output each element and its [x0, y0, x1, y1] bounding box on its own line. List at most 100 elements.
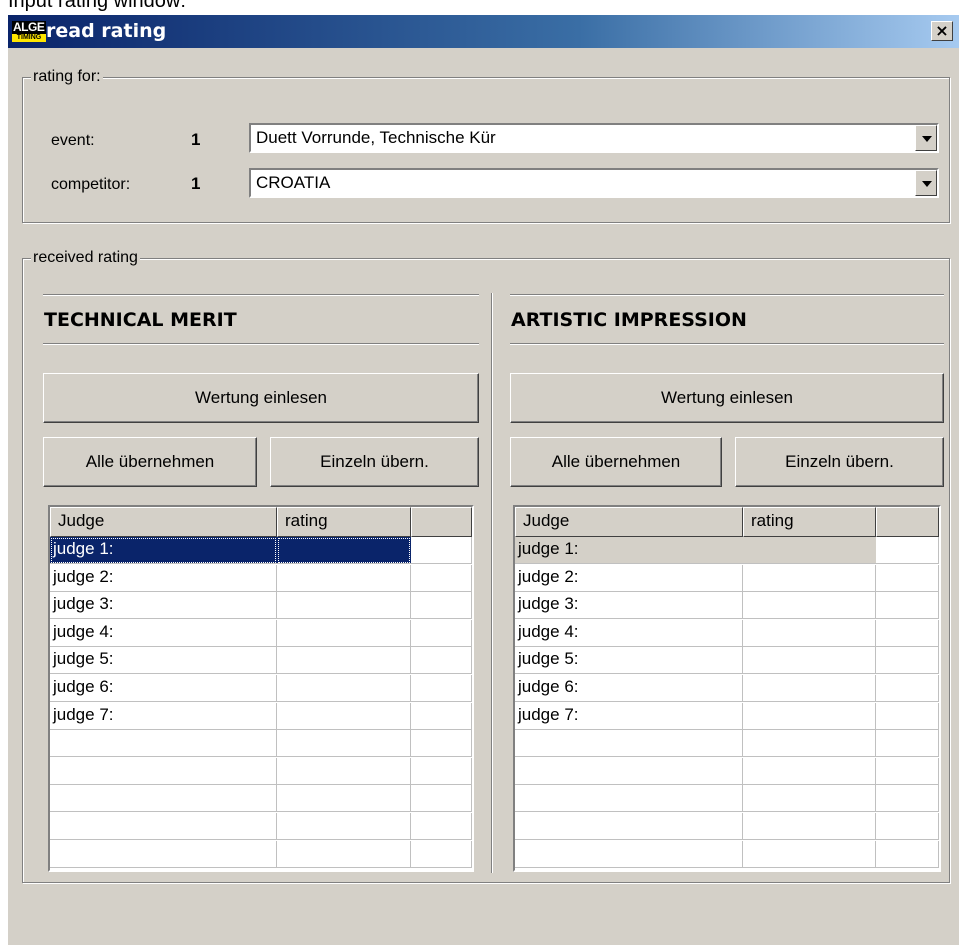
extra-cell [411, 730, 472, 758]
extra-cell [411, 813, 472, 840]
logo-text: ALGE [13, 20, 45, 34]
empty-table-row [515, 840, 939, 868]
divider [43, 294, 479, 296]
event-dropdown[interactable]: Duett Vorrunde, Technische Kür [249, 123, 939, 153]
event-label: event: [51, 132, 95, 149]
technical-merit-title: TECHNICAL MERIT [44, 309, 237, 331]
rating-cell [277, 675, 411, 702]
rating-cell [277, 813, 411, 840]
column-header-rating[interactable]: rating [277, 507, 411, 537]
table-row[interactable]: judge 6: [515, 675, 939, 702]
extra-cell [411, 757, 472, 785]
extra-cell [876, 757, 939, 785]
competitor-dropdown[interactable]: CROATIA [249, 168, 939, 198]
rating-cell [277, 757, 411, 785]
table-row[interactable]: judge 2: [50, 564, 472, 592]
read-rating-dialog: ALGE TIMING read rating × rating for: ev… [8, 15, 959, 945]
judge-cell: judge 5: [50, 647, 277, 675]
list-header: Judge rating [50, 507, 472, 537]
extra-cell [876, 702, 939, 730]
accept-all-button[interactable]: Alle übernehmen [510, 437, 722, 487]
close-button[interactable]: × [931, 21, 953, 41]
received-rating-group: received rating TECHNICAL MERIT Wertung … [22, 248, 950, 883]
rating-cell [277, 785, 411, 813]
chevron-down-icon[interactable] [915, 125, 937, 151]
empty-table-row [515, 813, 939, 840]
column-header-extra[interactable] [411, 507, 472, 537]
extra-cell [876, 730, 939, 758]
rating-for-legend: rating for: [31, 67, 103, 87]
logo-subtext: TIMING [16, 34, 42, 41]
empty-table-row [515, 785, 939, 813]
accept-single-button[interactable]: Einzeln übern. [735, 437, 944, 487]
judge-cell: judge 6: [50, 675, 277, 702]
empty-table-row [50, 840, 472, 868]
competitor-dropdown-value: CROATIA [256, 173, 331, 192]
rating-cell [743, 757, 876, 785]
empty-table-row [50, 785, 472, 813]
empty-table-row [515, 757, 939, 785]
table-row[interactable]: judge 7: [50, 702, 472, 730]
table-row[interactable]: judge 6: [50, 675, 472, 702]
extra-cell [876, 537, 939, 564]
competitor-label: competitor: [51, 176, 131, 193]
accept-single-button[interactable]: Einzeln übern. [270, 437, 479, 487]
table-row[interactable]: judge 1: [515, 537, 939, 564]
rating-for-group: rating for: event: 1 Duett Vorrunde, Tec… [22, 67, 950, 223]
table-row[interactable]: judge 5: [515, 647, 939, 675]
judge-cell [50, 785, 277, 813]
table-row[interactable]: judge 3: [50, 592, 472, 620]
read-rating-button[interactable]: Wertung einlesen [510, 373, 944, 423]
extra-cell [876, 564, 939, 592]
title-bar[interactable]: ALGE TIMING read rating × [8, 15, 959, 48]
column-header-rating[interactable]: rating [743, 507, 876, 537]
judges-list-artistic[interactable]: Judge rating judge 1: judge 2: judge 3: jud… [513, 505, 941, 872]
chevron-down-icon[interactable] [915, 170, 937, 196]
artistic-impression-panel: ARTISTIC IMPRESSION Wertung einlesen All… [493, 259, 949, 882]
judge-cell [50, 840, 277, 868]
alge-logo-icon: ALGE TIMING [12, 21, 46, 42]
rating-cell [743, 730, 876, 758]
extra-cell [876, 813, 939, 840]
judge-cell [515, 785, 743, 813]
extra-cell [411, 619, 472, 647]
judges-list-technical[interactable]: Judge rating judge 1: judge 2: judge 3: jud… [48, 505, 474, 872]
judge-cell: judge 7: [50, 702, 277, 730]
judge-cell [515, 730, 743, 758]
extra-cell [411, 564, 472, 592]
rating-cell [743, 813, 876, 840]
rating-cell [743, 537, 876, 564]
extra-cell [876, 647, 939, 675]
table-row[interactable]: judge 2: [515, 564, 939, 592]
table-row[interactable]: judge 5: [50, 647, 472, 675]
column-header-extra[interactable] [876, 507, 939, 537]
extra-cell [876, 675, 939, 702]
rating-cell [277, 537, 411, 564]
rating-cell [277, 647, 411, 675]
column-header-judge[interactable]: Judge [50, 507, 277, 537]
column-header-judge[interactable]: Judge [515, 507, 743, 537]
empty-table-row [50, 730, 472, 758]
table-row[interactable]: judge 4: [515, 619, 939, 647]
extra-cell [876, 619, 939, 647]
rating-cell [743, 647, 876, 675]
accept-all-button[interactable]: Alle übernehmen [43, 437, 257, 487]
extra-cell [411, 702, 472, 730]
extra-cell [411, 785, 472, 813]
table-row[interactable]: judge 3: [515, 592, 939, 620]
event-dropdown-value: Duett Vorrunde, Technische Kür [256, 128, 496, 147]
divider [510, 343, 944, 345]
judge-cell: judge 3: [50, 592, 277, 620]
table-row[interactable]: judge 1: [50, 537, 472, 564]
extra-cell [876, 785, 939, 813]
judge-cell [50, 757, 277, 785]
table-row[interactable]: judge 7: [515, 702, 939, 730]
rating-cell [277, 619, 411, 647]
table-row[interactable]: judge 4: [50, 619, 472, 647]
window-title: read rating [46, 20, 167, 42]
judge-cell: judge 1: [50, 537, 277, 564]
extra-cell [411, 592, 472, 620]
read-rating-button[interactable]: Wertung einlesen [43, 373, 479, 423]
list-header: Judge rating [515, 507, 939, 537]
judge-cell [515, 840, 743, 868]
